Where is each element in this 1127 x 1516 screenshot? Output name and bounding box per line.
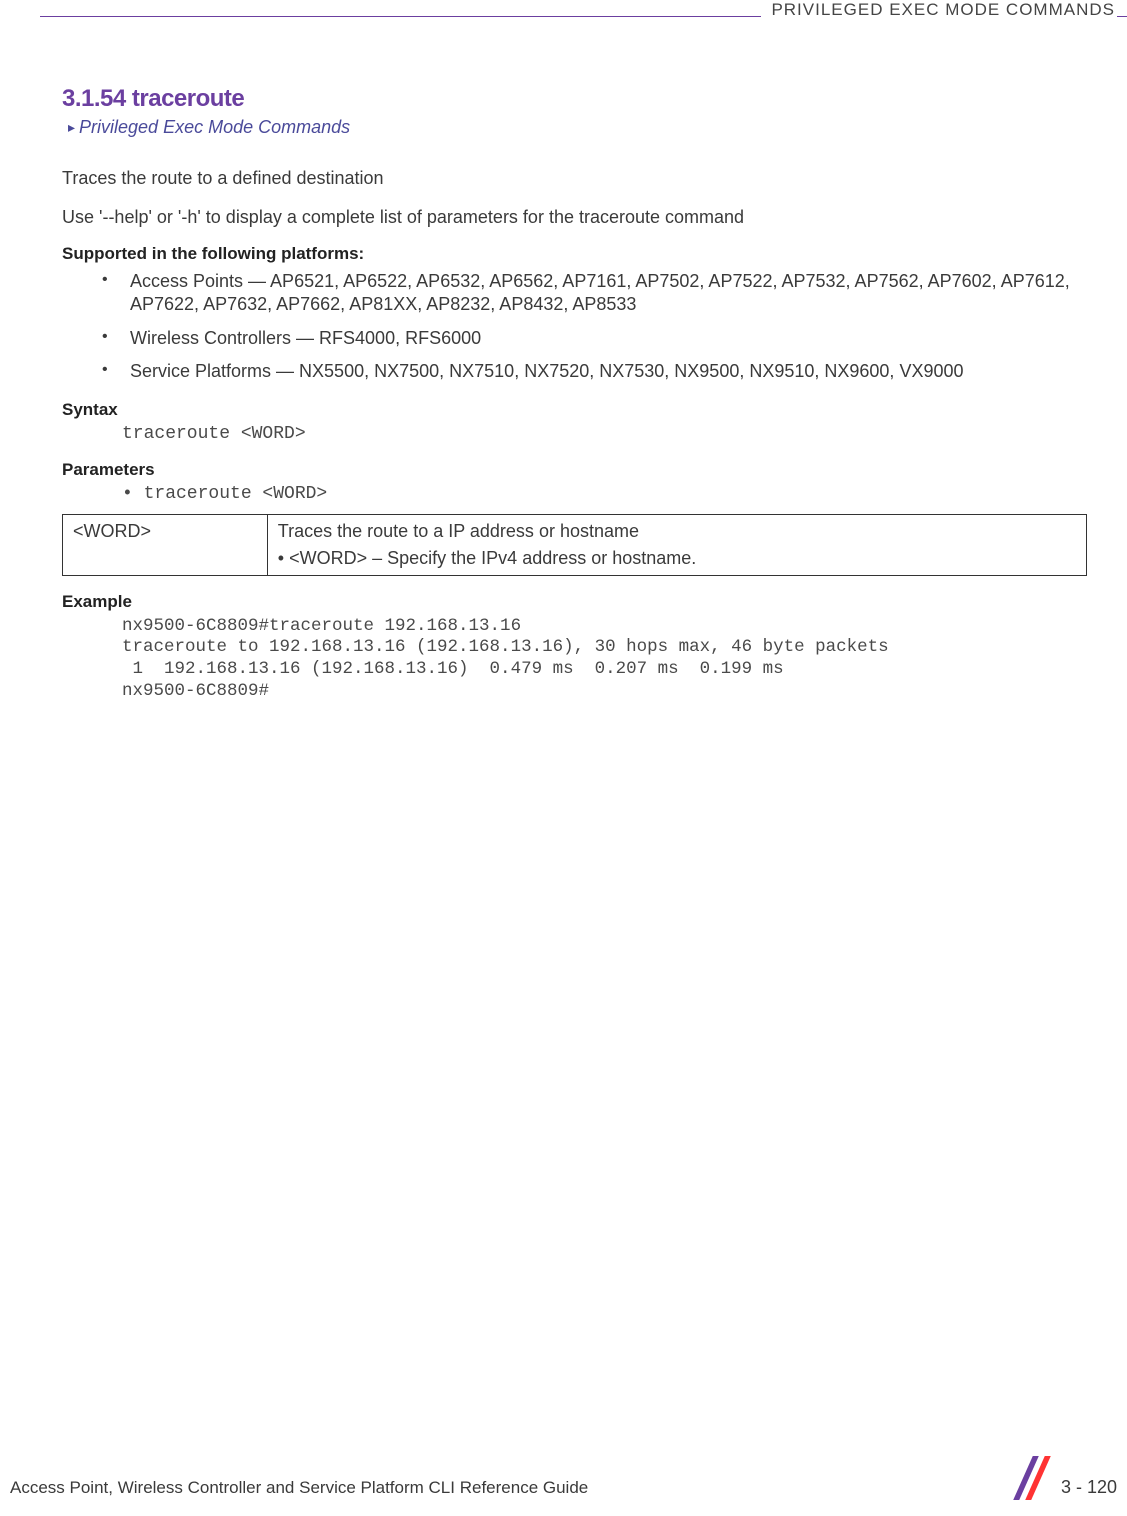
param-desc-sub: • <WORD> – Specify the IPv4 address or h… [278,548,1076,569]
syntax-code: traceroute <WORD> [62,424,1087,444]
supported-heading: Supported in the following platforms: [62,244,1087,264]
syntax-heading: Syntax [62,400,1087,420]
header-section-title: PRIVILEGED EXEC MODE COMMANDS [761,0,1117,20]
example-heading: Example [62,592,1087,612]
table-row: <WORD> Traces the route to a IP address … [63,514,1087,575]
breadcrumb-label: Privileged Exec Mode Commands [79,117,350,138]
arrow-right-icon: ▸ [68,119,75,136]
page-footer: Access Point, Wireless Controller and Se… [10,1458,1117,1498]
usage-note: Use '--help' or '-h' to display a comple… [62,207,1087,228]
parameters-bullet: • traceroute <WORD> [62,484,1087,504]
param-desc-cell: Traces the route to a IP address or host… [267,514,1086,575]
list-item: Service Platforms — NX5500, NX7500, NX75… [102,360,1087,383]
footer-guide-title: Access Point, Wireless Controller and Se… [10,1478,588,1498]
page-number: 3 - 120 [1061,1477,1117,1498]
page-content: 3.1.54 traceroute ▸ Privileged Exec Mode… [62,85,1087,703]
intro-text: Traces the route to a defined destinatio… [62,168,1087,189]
list-item: Access Points — AP6521, AP6522, AP6532, … [102,270,1087,317]
example-code: nx9500-6C8809#traceroute 192.168.13.16 t… [62,616,1087,704]
parameters-table: <WORD> Traces the route to a IP address … [62,514,1087,576]
param-name-cell: <WORD> [63,514,268,575]
supported-list: Access Points — AP6521, AP6522, AP6532, … [62,270,1087,384]
footer-logo-group: 3 - 120 [1013,1458,1117,1498]
list-item: Wireless Controllers — RFS4000, RFS6000 [102,327,1087,350]
brand-slash-icon [1013,1458,1053,1498]
breadcrumb[interactable]: ▸ Privileged Exec Mode Commands [68,117,1087,138]
param-desc-main: Traces the route to a IP address or host… [278,521,1076,542]
section-title: 3.1.54 traceroute [62,85,1087,113]
parameters-heading: Parameters [62,460,1087,480]
